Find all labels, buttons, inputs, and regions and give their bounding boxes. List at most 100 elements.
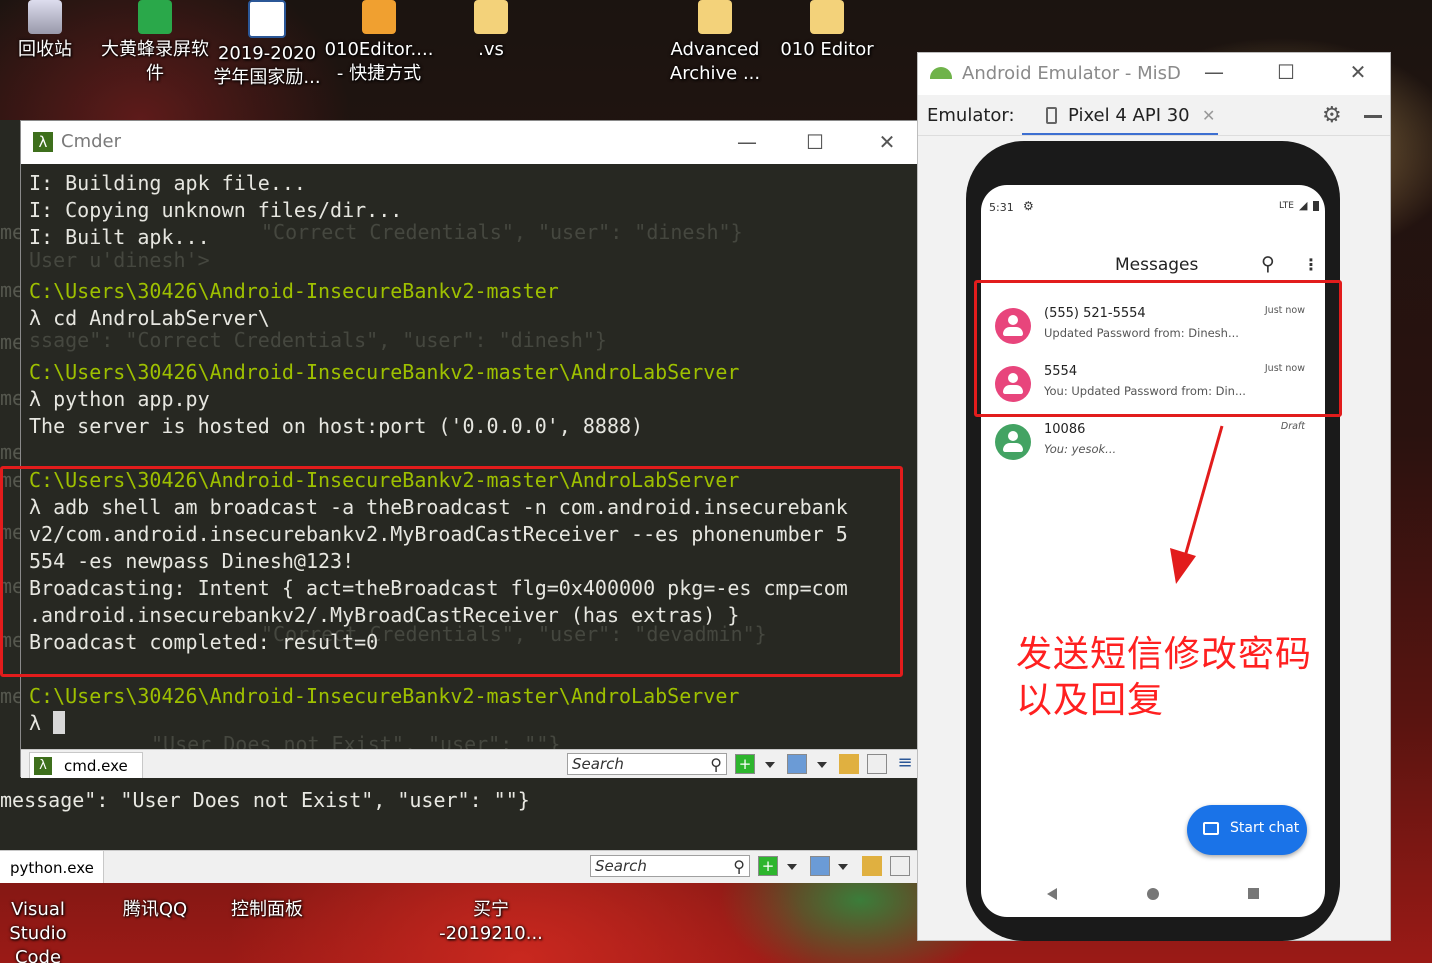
split-icon[interactable] [890,856,910,876]
search-icon: ⚲ [733,857,745,876]
close-button[interactable]: ✕ [1338,59,1378,85]
terminal-line: I: Built apk... [29,225,210,249]
terminal-line: Broadcast completed: result=0 [29,630,379,654]
terminal-line: 554 -es newpass Dinesh@123! [29,549,355,573]
phone-frame: 5:31 ⚙ LTE ◢ Messages ⚲ ⋮ (555) 521-5554… [966,141,1340,941]
search-icon: ⚲ [710,755,722,774]
chevron-down-icon[interactable] [765,762,775,768]
lock-icon[interactable] [839,754,859,774]
word-doc-icon [248,0,286,38]
menu-icon[interactable]: ≡ [895,754,915,774]
device-icon [1046,107,1057,124]
close-button[interactable]: ✕ [867,129,907,155]
prompt-text: λ [29,711,54,735]
search-placeholder: Search [595,857,647,875]
device-tab[interactable]: Pixel 4 API 30 ✕ [1022,97,1218,135]
conversation-time: Draft [1280,421,1305,432]
conversation-name: 5554 [1044,364,1078,379]
annotation-text: 发送短信修改密码 以及回复 [1016,634,1313,721]
conversation-preview: You: yesok... [1044,442,1117,456]
chevron-down-icon[interactable] [838,864,848,870]
terminal-output[interactable]: "Correct Credentials", "user": "dinesh"}… [21,164,919,749]
maximize-button[interactable]: ☐ [795,129,835,155]
terminal-path-line: C:\Users\30426\Android-InsecureBankv2-ma… [29,279,559,303]
phone-screen[interactable]: 5:31 ⚙ LTE ◢ Messages ⚲ ⋮ (555) 521-5554… [981,185,1325,917]
recycle-bin-icon [28,0,62,34]
conversation-time: Just now [1264,305,1305,316]
minimize-button[interactable]: — [1194,59,1234,85]
app-title: Messages [1115,255,1199,275]
maximize-button[interactable]: ☐ [1266,59,1306,85]
device-tab-label: Pixel 4 API 30 [1068,105,1190,126]
terminal-line: .android.insecurebankv2/.MyBroadCastRece… [29,603,740,627]
terminal-line: v2/com.android.insecurebankv2.MyBroadCas… [29,522,848,546]
lock-icon[interactable] [862,856,882,876]
window-title: Android Emulator - MisD [962,63,1181,84]
chevron-down-icon[interactable] [817,762,827,768]
folder-icon [810,0,844,34]
conversation-name: (555) 521-5554 [1044,306,1146,321]
python-exe-tab[interactable]: python.exe [0,851,104,883]
avatar [995,366,1031,402]
annotation-arrow [1170,425,1224,584]
minimize-button[interactable]: — [727,129,767,155]
cmder-window[interactable]: λ Cmder — ☐ ✕ "Correct Credentials", "us… [20,120,920,778]
view-icon[interactable] [810,856,830,876]
desktop-icon-010-editor[interactable]: 010 Editor [772,0,882,62]
emulator-label: Emulator: [927,105,1015,126]
desktop-icon-advanced-archive[interactable]: Advanced Archive ... [660,0,770,86]
desktop-icon-word-doc[interactable]: 2019-2020 学年国家励... [212,0,322,90]
android-icon [930,67,952,79]
chevron-down-icon[interactable] [787,864,797,870]
network-indicator: LTE [1279,201,1294,211]
cmder-statusbar: λ cmd.exe Search ⚲ + ≡ [21,749,919,778]
tab-label: cmd.exe [64,757,128,775]
back-nav-icon[interactable] [1047,888,1057,900]
conversation-item[interactable]: 10086 You: yesok... Draft [981,416,1325,472]
signal-icon: ◢ [1299,199,1308,212]
desktop-icon-recycle-bin[interactable]: 回收站 [0,0,100,62]
recents-nav-icon[interactable] [1248,888,1259,899]
emulator-toolbar: Emulator: Pixel 4 API 30 ✕ ⚙ [918,97,1390,136]
new-console-icon[interactable]: + [758,856,778,876]
terminal-line: λ python app.py [29,387,210,411]
view-icon[interactable] [787,754,807,774]
desktop-icon-vs-folder[interactable]: .vs [436,0,546,62]
screen-recorder-icon [138,0,172,34]
chat-icon [1203,822,1219,835]
search-icon[interactable]: ⚲ [1261,253,1275,275]
battery-icon [1313,201,1319,211]
new-console-icon[interactable]: + [735,754,755,774]
conversation-item[interactable]: (555) 521-5554 Updated Password from: Di… [981,300,1325,356]
emulator-titlebar[interactable]: Android Emulator - MisD — ☐ ✕ [918,53,1390,95]
minimize-panel-icon[interactable] [1364,115,1382,118]
console-line: message": "User Does not Exist", "user":… [0,788,530,812]
gear-icon[interactable]: ⚙ [1322,103,1342,128]
cmder-lambda-icon: λ [34,757,52,775]
desktop-icon-010editor-shortcut[interactable]: 010Editor.... - 快捷方式 [324,0,434,86]
cmder-search-input[interactable]: Search ⚲ [567,753,727,775]
avatar [995,424,1031,460]
close-tab-icon[interactable]: ✕ [1202,106,1215,125]
conversation-item[interactable]: 5554 You: Updated Password from: Din... … [981,358,1325,414]
home-nav-icon[interactable] [1147,888,1159,900]
terminal-line: I: Building apk file... [29,171,306,195]
conversation-name: 10086 [1044,422,1086,437]
cmder-lambda-icon: λ [33,132,53,152]
start-chat-button[interactable]: Start chat [1187,805,1307,855]
split-icon[interactable] [867,754,887,774]
window-title: Cmder [61,131,122,152]
ghost-text: User u'dinesh'> [29,248,210,272]
text-cursor [53,711,66,734]
settings-status-icon: ⚙ [1023,199,1034,213]
python-search-input[interactable]: Search ⚲ [590,855,750,877]
desktop-icon-screen-recorder[interactable]: 大黄蜂录屏软件 [100,0,210,86]
more-options-icon[interactable]: ⋮ [1303,255,1319,274]
cmder-titlebar[interactable]: λ Cmder — ☐ ✕ [21,121,919,164]
shortcut-icon [362,0,396,34]
terminal-prompt-line[interactable]: λ [29,710,66,737]
cmd-exe-tab[interactable]: λ cmd.exe [29,752,143,778]
folder-icon [474,0,508,34]
android-emulator-window[interactable]: Android Emulator - MisD — ☐ ✕ Emulator: … [917,52,1391,941]
terminal-line: Broadcasting: Intent { act=theBroadcast … [29,576,848,600]
